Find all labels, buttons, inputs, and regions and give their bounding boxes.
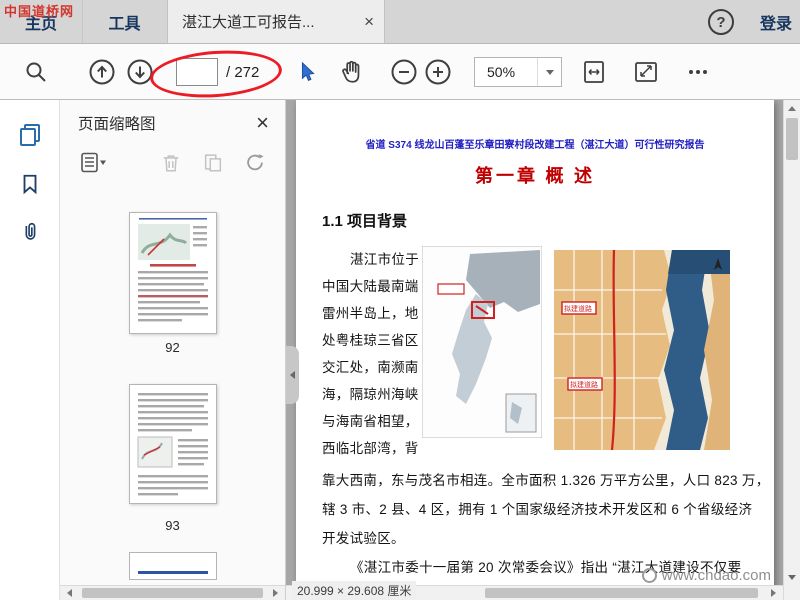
map-label-road: 拟建道路 [564,304,592,313]
thumbnail-page-94-partial[interactable] [128,552,217,580]
thumbnail-93-preview [129,385,216,503]
page-size-indicator: 20.999 × 29.608 厘米 [292,581,417,600]
doc-line: 雷州半岛上，地 [322,306,419,321]
section-title: 1.1 项目背景 [322,213,408,230]
pdf-page: 省道 S374 线龙山百蓬至乐章田寮村段改建工程（湛江大道）可行性研究报告 第一… [296,100,774,600]
cndao-logo-icon [641,568,657,583]
collapse-arrow-icon [290,371,295,379]
fit-width-icon[interactable] [580,58,608,86]
document-view: 省道 S374 线龙山百蓬至乐章田寮村段改建工程（湛江大道）可行性研究报告 第一… [286,100,783,600]
close-tab-icon[interactable]: × [364,13,374,30]
thumbnail-92-label: 92 [165,340,180,355]
delete-page-icon[interactable] [160,151,182,180]
chapter-title: 第一章 概 述 [475,166,595,186]
insert-page-icon[interactable] [202,151,224,180]
zoom-out-icon[interactable] [390,58,418,86]
doc-line: 西临北部湾，背 [322,441,419,456]
login-button[interactable]: 登录 [760,0,792,43]
toolbar: / 272 50% [0,44,800,100]
doc-line: 开发试验区。 [322,531,405,546]
scroll-right-icon[interactable] [766,586,781,600]
thumbnails-panel: 页面缩略图 × 92 93 [60,100,286,600]
thumbnail-93-label: 93 [165,518,180,533]
navigation-pane-strip [0,100,60,600]
help-icon: ? [716,13,726,31]
city-map-figure: 拟建道路 拟建道路 [554,250,730,450]
document-tab-title: 湛江大道工可报告... [182,14,315,31]
thumbnail-94-header-line [137,571,208,574]
tab-tools[interactable]: 工具 [82,0,166,43]
document-vscroll-thumb[interactable] [786,118,798,160]
next-page-icon[interactable] [126,58,154,86]
doc-line: 与海南省相望， [322,414,419,429]
thumbnail-92-preview [129,213,216,333]
thumbnail-page-92[interactable] [128,212,217,334]
attachments-icon[interactable] [19,220,41,249]
map-label-road: 拟建道路 [570,380,598,389]
doc-line: 交汇处，南濒南 [322,360,419,375]
cndao-watermark-text: www.cndao.com [661,567,771,584]
login-label: 登录 [759,15,792,33]
previous-page-icon[interactable] [88,58,116,86]
zoom-dropdown-caret[interactable] [537,58,561,86]
doc-line: 处粤桂琼三省区 [322,333,419,348]
cndao-watermark: www.cndao.com [641,567,771,584]
paragraph-column: 湛江市位于 中国大陆最南端 雷州半岛上，地 处粤桂琼三省区 交汇处，南濒南 海，… [322,246,424,462]
thumbnails-toolbar [60,146,285,184]
document-tab[interactable]: 湛江大道工可报告... × [167,0,385,43]
doc-line: 中国大陆最南端 [322,279,419,294]
help-button[interactable]: ? [708,9,734,35]
doc-line: 湛江市位于 [350,252,419,267]
document-hscroll-thumb[interactable] [484,588,759,598]
rotate-page-icon[interactable] [244,151,266,180]
document-running-header: 省道 S374 线龙山百蓬至乐章田寮村段改建工程（湛江大道）可行性研究报告 [365,140,705,151]
doc-line: 靠大西南，东与茂名市相连。全市面积 1.326 万平方公里，人口 823 万， [322,473,770,488]
scroll-right-icon[interactable] [268,586,283,600]
page-count-label: / 272 [226,63,260,81]
panel-hscroll-thumb[interactable] [82,588,263,598]
main-area: 页面缩略图 × 92 93 省道 S374 线龙山百蓬至乐章田寮村段改建工程（湛… [0,100,800,600]
hand-tool-icon[interactable] [338,59,364,85]
tab-tools-label: 工具 [108,15,141,33]
zoom-level-value: 50% [487,64,516,80]
document-vertical-scrollbar[interactable] [783,100,800,600]
scroll-down-icon[interactable] [784,569,800,585]
tab-bar: 主页 工具 湛江大道工可报告... × ? 登录 [0,0,800,44]
chevron-down-icon [545,69,554,75]
close-panel-icon[interactable]: × [256,112,269,134]
thumbnails-panel-title: 页面缩略图 [78,116,156,133]
thumbnails-panel-header: 页面缩略图 × [60,100,285,146]
doc-line: 海，隔琼州海峡 [322,387,419,402]
site-watermark: 中国道桥网 [4,4,75,19]
zoom-in-icon[interactable] [424,58,452,86]
scroll-up-icon[interactable] [784,100,800,116]
fit-page-icon[interactable] [632,58,660,86]
doc-line: 辖 3 市、2 县、4 区，拥有 1 个国家级经济技术开发区和 6 个省级经济 [322,502,753,517]
page-number-input[interactable] [176,58,218,86]
select-tool-icon[interactable] [296,60,318,84]
more-tools-icon[interactable] [686,60,710,84]
page-thumbnails-icon[interactable] [17,122,43,153]
thumbnail-options-icon[interactable] [80,151,108,180]
collapse-panel-handle[interactable] [286,346,299,404]
zoom-level-select[interactable]: 50% [474,57,562,87]
search-icon[interactable] [24,60,48,84]
bookmarks-icon[interactable] [19,172,41,201]
scroll-left-icon[interactable] [62,586,77,600]
peninsula-map-figure [422,246,542,438]
panel-horizontal-scrollbar[interactable] [60,585,285,600]
thumbnail-page-93[interactable] [128,384,217,504]
